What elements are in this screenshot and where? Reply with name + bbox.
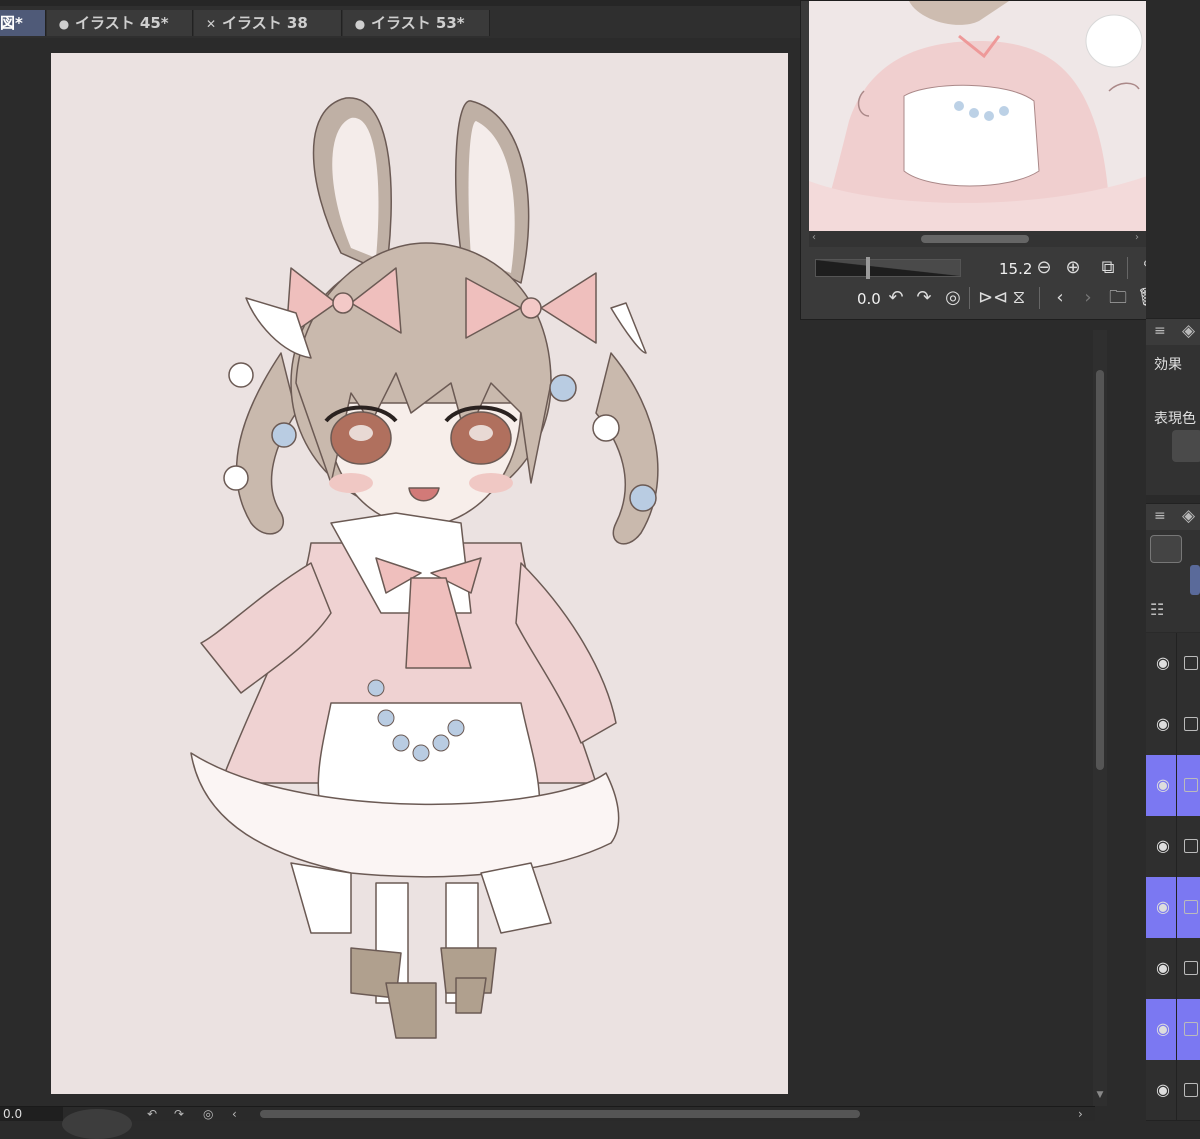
layer-row[interactable]: ◉ bbox=[1146, 694, 1200, 756]
layers-icon[interactable]: ◈ bbox=[1182, 321, 1195, 341]
drawing-canvas[interactable] bbox=[51, 53, 788, 1094]
divider bbox=[969, 287, 970, 309]
scroll-left-icon[interactable]: ‹ bbox=[232, 1107, 237, 1121]
previous-icon[interactable]: ‹ bbox=[1049, 287, 1071, 309]
scrollbar-thumb[interactable] bbox=[921, 235, 1029, 243]
tab-illust-38[interactable]: ✕ イラスト 38 bbox=[194, 10, 342, 36]
zoom-slider[interactable] bbox=[815, 257, 961, 279]
scroll-right-icon[interactable]: › bbox=[1078, 1107, 1083, 1121]
document-tab-bar: 図* ● イラスト 45* ✕ イラスト 38 ● イラスト 53* bbox=[0, 0, 800, 39]
layer-row-selected[interactable]: ◉ bbox=[1146, 755, 1200, 817]
reset-rotation-icon[interactable]: ◎ bbox=[942, 287, 964, 309]
eye-icon[interactable]: ◉ bbox=[1151, 958, 1175, 978]
layer-checkbox[interactable] bbox=[1184, 778, 1198, 792]
canvas-vertical-scrollbar[interactable]: ▼ bbox=[1093, 330, 1107, 1106]
zoom-field[interactable]: 0.0 bbox=[0, 1107, 63, 1121]
rotate-left-icon[interactable]: ↶ bbox=[885, 287, 907, 309]
navigator-preview[interactable] bbox=[809, 1, 1147, 231]
layer-settings-icon[interactable]: ☷ bbox=[1150, 600, 1180, 626]
eye-icon[interactable]: ◉ bbox=[1151, 1080, 1175, 1100]
tab-current-document[interactable]: 図* bbox=[0, 10, 46, 36]
scrollbar-thumb[interactable] bbox=[1096, 370, 1104, 770]
tab-illust-45[interactable]: ● イラスト 45* bbox=[47, 10, 193, 36]
zoom-value: 15.2 bbox=[999, 260, 1033, 278]
navigator-horizontal-scrollbar[interactable]: ‹ › bbox=[809, 231, 1147, 247]
layer-row-selected[interactable]: ◉ bbox=[1146, 877, 1200, 939]
open-folder-icon[interactable]: 🗀 bbox=[1107, 287, 1129, 309]
layer-row[interactable]: ◉ bbox=[1146, 816, 1200, 878]
zoom-slider-handle[interactable] bbox=[866, 257, 870, 279]
rotate-left-icon[interactable]: ↶ bbox=[147, 1107, 157, 1121]
navigator-thumbnail bbox=[809, 1, 1147, 231]
scroll-right-icon[interactable]: › bbox=[1135, 232, 1139, 243]
layer-panel-header: ≡ ◈ bbox=[1146, 503, 1200, 530]
layer-row[interactable]: ◉ bbox=[1146, 938, 1200, 1000]
tab-label: 図* bbox=[0, 14, 23, 32]
layers-icon[interactable]: ◈ bbox=[1182, 506, 1195, 526]
fit-to-window-icon[interactable]: ⧉ bbox=[1097, 257, 1119, 279]
menu-icon[interactable]: ≡ bbox=[1154, 323, 1166, 339]
expression-color-dropdown[interactable] bbox=[1172, 430, 1200, 462]
flip-vertical-icon[interactable]: ⧖ bbox=[1008, 287, 1030, 309]
layer-checkbox[interactable] bbox=[1184, 656, 1198, 670]
layer-checkbox[interactable] bbox=[1184, 839, 1198, 853]
divider bbox=[1127, 257, 1128, 279]
layer-property-panel-header: ≡ ◈ bbox=[1146, 318, 1200, 345]
unsaved-dot-icon: ● bbox=[354, 17, 366, 31]
layer-checkbox[interactable] bbox=[1184, 961, 1198, 975]
tab-illust-53[interactable]: ● イラスト 53* bbox=[343, 10, 490, 36]
divider bbox=[1039, 287, 1040, 309]
rotate-right-icon[interactable]: ↷ bbox=[174, 1107, 184, 1121]
zoom-ramp bbox=[816, 260, 960, 276]
eye-icon[interactable]: ◉ bbox=[1151, 836, 1175, 856]
rotation-dial[interactable] bbox=[62, 1109, 132, 1139]
flip-horizontal-icon[interactable]: ⊳⊲ bbox=[978, 287, 1008, 309]
layer-checkbox[interactable] bbox=[1184, 1083, 1198, 1097]
eye-icon[interactable]: ◉ bbox=[1151, 775, 1175, 795]
unsaved-dot-icon: ● bbox=[58, 17, 70, 31]
eye-icon[interactable]: ◉ bbox=[1151, 653, 1175, 673]
eye-icon[interactable]: ◉ bbox=[1151, 714, 1175, 734]
layer-row[interactable]: ◉ bbox=[1146, 633, 1200, 695]
layer-checkbox[interactable] bbox=[1184, 717, 1198, 731]
tab-label: イラスト 45* bbox=[75, 14, 169, 32]
navigator-controls: 15.2 ⊖ ⊕ ⧉ ✎ 0.0 ↶ ↷ ◎ ⊳⊲ ⧖ ‹ › 🗀 🗑 bbox=[801, 249, 1173, 321]
effect-label: 効果 bbox=[1154, 357, 1182, 373]
rotate-right-icon[interactable]: ↷ bbox=[913, 287, 935, 309]
tab-label: イラスト 53* bbox=[371, 14, 465, 32]
menu-strip bbox=[0, 0, 800, 6]
layer-row-selected[interactable]: ◉ bbox=[1146, 999, 1200, 1061]
character-illustration bbox=[190, 97, 659, 1039]
scroll-left-icon[interactable]: ‹ bbox=[812, 232, 816, 243]
tab-label: イラスト 38 bbox=[222, 14, 308, 32]
layer-row[interactable]: ◉ bbox=[1146, 1060, 1200, 1121]
next-icon[interactable]: › bbox=[1077, 287, 1099, 309]
close-icon[interactable]: ✕ bbox=[204, 11, 218, 36]
blend-mode-select[interactable] bbox=[1150, 535, 1182, 563]
scroll-down-icon[interactable]: ▼ bbox=[1094, 1090, 1106, 1102]
layer-checkbox[interactable] bbox=[1184, 900, 1198, 914]
layer-lock-indicator bbox=[1190, 565, 1200, 595]
zoom-in-icon[interactable]: ⊕ bbox=[1062, 257, 1084, 279]
canvas-status-bar: 0.0 ↶ ↷ ◎ ‹ › bbox=[0, 1106, 1095, 1139]
menu-icon[interactable]: ≡ bbox=[1154, 508, 1166, 524]
layer-checkbox[interactable] bbox=[1184, 1022, 1198, 1036]
zoom-out-icon[interactable]: ⊖ bbox=[1033, 257, 1055, 279]
rotation-value: 0.0 bbox=[857, 290, 881, 308]
reset-rotation-icon[interactable]: ◎ bbox=[203, 1107, 213, 1121]
canvas-horizontal-scrollbar-thumb[interactable] bbox=[260, 1110, 860, 1118]
eye-icon[interactable]: ◉ bbox=[1151, 897, 1175, 917]
expression-color-label: 表現色 bbox=[1154, 411, 1196, 427]
navigator-panel: ⌃ ⌄ ‹ › 15.2 ⊖ ⊕ ⧉ ✎ 0.0 ↶ ↷ ◎ ⊳⊲ ⧖ ‹ › … bbox=[800, 0, 1172, 320]
eye-icon[interactable]: ◉ bbox=[1151, 1019, 1175, 1039]
